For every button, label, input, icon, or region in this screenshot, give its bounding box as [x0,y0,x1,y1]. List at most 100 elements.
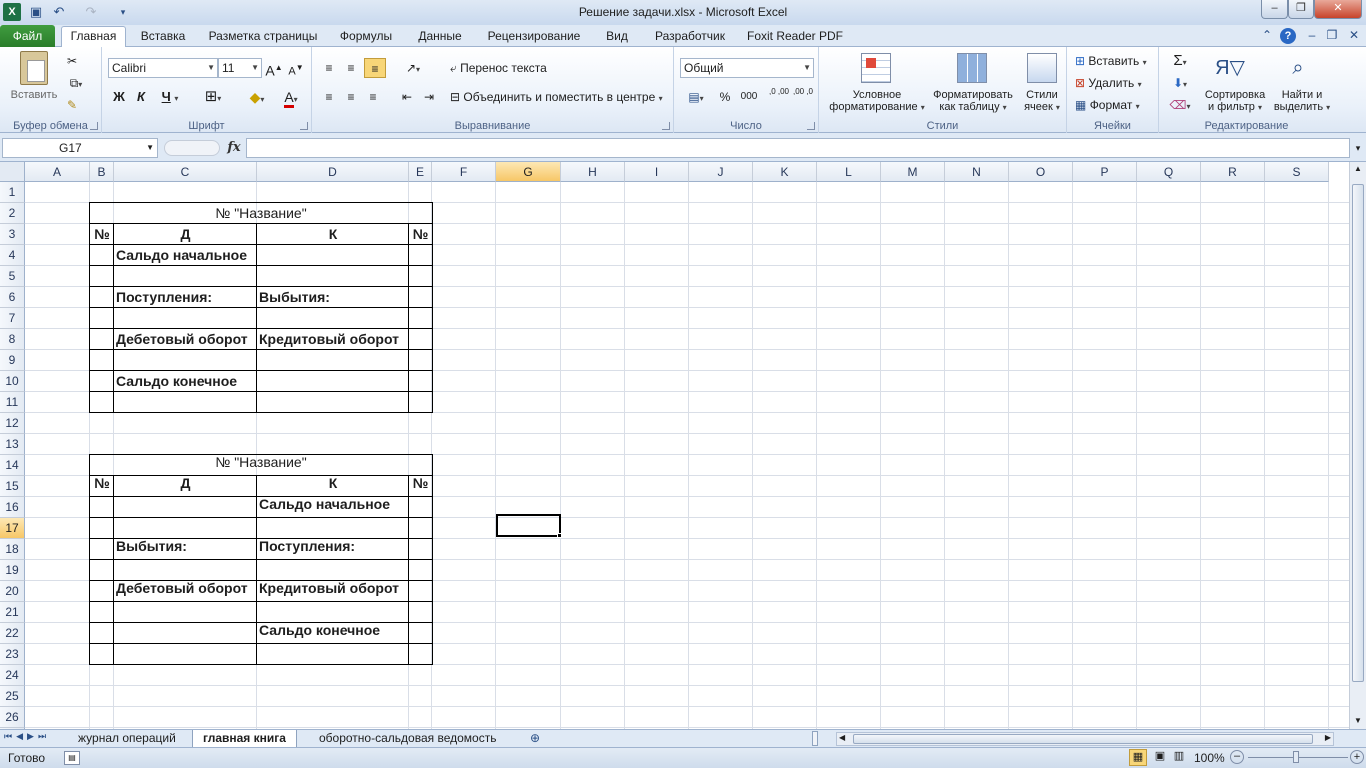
font-color-icon[interactable]: A▾ [276,87,306,108]
increase-indent-icon[interactable]: ⇥ [420,87,438,107]
vertical-scrollbar[interactable]: ▲ ▼ [1349,162,1366,729]
copy-icon[interactable]: ⧉▾ [64,73,88,93]
fill-icon[interactable]: ⬇▾ [1167,73,1193,93]
row-header-13[interactable]: 13 [0,434,25,455]
row-header-8[interactable]: 8 [0,329,25,350]
row-header-5[interactable]: 5 [0,266,25,287]
tab-home[interactable]: Главная [61,26,126,48]
row-header-25[interactable]: 25 [0,686,25,707]
table1-no-left[interactable]: № [90,224,114,244]
decrease-indent-icon[interactable]: ⇤ [398,87,416,107]
autosum-button[interactable]: Σ▾ [1167,51,1193,71]
cell-styles-icon[interactable] [1027,53,1057,83]
restore-workbook-icon[interactable]: ❐ [1324,28,1340,42]
table1-debit-turnover[interactable]: Дебетовый оборот [114,329,248,349]
thousands-button[interactable]: 000 [738,87,760,107]
percent-button[interactable]: % [716,87,734,107]
decrease-decimal-button[interactable]: ,00 ,0 [792,87,814,107]
number-format-combo[interactable]: Общий ▼ [680,58,814,78]
conditional-formatting-button[interactable]: Условное форматирование ▾ [821,89,933,114]
paste-icon[interactable] [20,51,48,85]
column-header-s[interactable]: S [1265,162,1329,182]
row-header-10[interactable]: 10 [0,371,25,392]
table2-debit-turnover[interactable]: Дебетовый оборот [114,578,248,598]
minimize-workbook-icon[interactable]: – [1304,28,1320,42]
table2-closing-balance[interactable]: Сальдо конечное [257,620,380,640]
find-select-icon[interactable]: ⌕ [1283,53,1313,83]
row-header-2[interactable]: 2 [0,203,25,224]
row-header-26[interactable]: 26 [0,707,25,728]
column-header-m[interactable]: M [881,162,945,182]
cell-styles-button[interactable]: Стили ячеек ▾ [1019,89,1065,114]
table1-disposals[interactable]: Выбытия: [257,287,330,307]
format-cells-button[interactable]: ▦ Формат ▾ [1075,95,1157,115]
tab-file[interactable]: Файл [0,25,55,47]
wrap-text-button[interactable]: ⤶ Перенос текста [450,58,560,78]
table1-closing-balance[interactable]: Сальдо конечное [114,371,237,391]
alignment-launcher-icon[interactable] [662,122,670,130]
table1-no-right[interactable]: № [409,224,432,244]
table2-disposals[interactable]: Выбытия: [114,536,187,556]
column-header-n[interactable]: N [945,162,1009,182]
align-center-icon[interactable]: ≡ [342,87,360,107]
fill-handle[interactable] [557,533,562,538]
column-header-a[interactable]: A [25,162,90,182]
column-header-k[interactable]: K [753,162,817,182]
active-cell-g17[interactable] [496,514,561,537]
shrink-font-icon[interactable]: A▼ [286,58,306,78]
row-header-4[interactable]: 4 [0,245,25,266]
table1-credit-turnover[interactable]: Кредитовый оборот [257,329,399,349]
fill-color-icon[interactable]: ◆▾ [242,87,272,107]
merge-center-button[interactable]: ⊟ Объединить и поместить в центре ▾ [450,87,672,107]
align-bottom-icon[interactable]: ≡ [364,58,386,78]
align-left-icon[interactable]: ≡ [320,87,338,107]
scroll-down-icon[interactable]: ▼ [1353,716,1363,726]
column-header-c[interactable]: C [114,162,257,182]
tab-developer[interactable]: Разработчик [646,27,734,47]
row-header-22[interactable]: 22 [0,623,25,644]
row-header-11[interactable]: 11 [0,392,25,413]
increase-decimal-button[interactable]: ,0 ,00 [768,87,790,107]
name-box[interactable]: G17 ▼ [2,138,158,158]
zoom-slider-thumb[interactable] [1293,751,1299,763]
close-button[interactable]: ✕ [1314,0,1362,19]
column-header-p[interactable]: P [1073,162,1137,182]
collapse-ribbon-icon[interactable]: ⌃ [1259,28,1275,42]
italic-button[interactable]: К [132,87,150,107]
row-header-24[interactable]: 24 [0,665,25,686]
clipboard-launcher-icon[interactable] [90,122,98,130]
row-header-1[interactable]: 1 [0,182,25,203]
table1-title[interactable]: № "Название" [90,203,432,223]
format-painter-icon[interactable]: ✎ [64,95,80,115]
sort-filter-button[interactable]: Сортировка и фильтр ▾ [1193,89,1277,114]
table2-debit-header[interactable]: Д [114,473,257,493]
tab-view[interactable]: Вид [598,27,636,47]
font-name-combo[interactable]: Calibri ▼ [108,58,218,78]
close-workbook-icon[interactable]: ✕ [1346,28,1362,42]
tab-review[interactable]: Рецензирование [481,27,587,47]
zoom-level[interactable]: 100% [1194,751,1225,765]
font-size-combo[interactable]: 11 ▼ [218,58,262,78]
row-header-20[interactable]: 20 [0,581,25,602]
row-header-7[interactable]: 7 [0,308,25,329]
sheet-tab-general-ledger[interactable]: главная книга [192,730,297,748]
row-header-9[interactable]: 9 [0,350,25,371]
column-header-g[interactable]: G [496,162,561,182]
zoom-out-icon[interactable]: – [1230,750,1244,764]
tab-insert[interactable]: Вставка [134,27,192,47]
column-header-i[interactable]: I [625,162,689,182]
name-box-dropdown-icon[interactable]: ▼ [146,139,154,157]
table1-opening-balance[interactable]: Сальдо начальное [114,245,247,265]
table2-credit-header[interactable]: К [257,473,409,493]
tab-foxit[interactable]: Foxit Reader PDF [744,27,846,47]
table1-receipts[interactable]: Поступления: [114,287,212,307]
formula-resize-handle[interactable] [164,140,220,156]
page-layout-view-icon[interactable]: ▣ [1151,749,1169,766]
find-select-button[interactable]: Найти и выделить ▾ [1273,89,1331,114]
conditional-formatting-icon[interactable] [861,53,891,83]
new-sheet-icon[interactable]: ⊕ [530,731,540,745]
align-top-icon[interactable]: ≡ [320,58,338,78]
column-header-l[interactable]: L [817,162,881,182]
help-icon[interactable]: ? [1280,28,1296,44]
page-break-view-icon[interactable]: ▥ [1170,749,1188,766]
